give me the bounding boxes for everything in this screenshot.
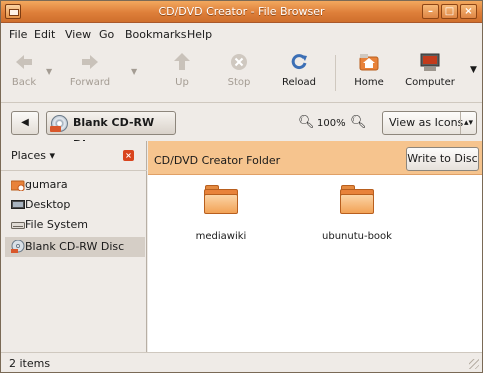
zoom-level: 100%	[317, 118, 346, 129]
view-mode-select[interactable]: View as Icons ▴▾	[382, 111, 477, 135]
status-text: 2 items	[9, 357, 51, 370]
stop-button[interactable]: Stop	[223, 51, 255, 88]
write-to-disc-button[interactable]: Write to Disc	[406, 147, 479, 171]
menu-bookmarks[interactable]: Bookmarks	[125, 28, 186, 41]
minimize-button[interactable]: –	[422, 4, 439, 19]
toolbar: Back ▼ Forward ▼ Up Stop Reload Home Com…	[1, 45, 482, 103]
forward-history-icon[interactable]: ▼	[131, 67, 137, 76]
menu-view[interactable]: View	[65, 28, 91, 41]
reload-icon	[288, 51, 310, 73]
file-browser-window: CD/DVD Creator - File Browser – □ × File…	[0, 0, 483, 373]
zoom-out-icon[interactable]: 🔍︎	[298, 115, 315, 130]
sidebar-item-home[interactable]: gumara	[5, 175, 145, 195]
menu-help[interactable]: Help	[187, 28, 212, 41]
computer-label: Computer	[405, 77, 455, 88]
sidebar-item-blank-disc[interactable]: Blank CD-RW Disc	[5, 237, 145, 257]
title-bar[interactable]: CD/DVD Creator - File Browser – □ ×	[1, 1, 482, 23]
forward-arrow-icon	[79, 51, 101, 73]
select-arrows-icon: ▴▾	[460, 112, 476, 134]
menu-file[interactable]: File	[9, 28, 27, 41]
computer-button[interactable]: Computer	[403, 51, 457, 88]
main-pane: CD/DVD Creator Folder Write to Disc medi…	[148, 141, 482, 352]
location-bar: ◀ Blank CD-RW Disc 🔍︎ 100% 🔍︎ View as Ic…	[1, 104, 482, 151]
file-name: ubunutu-book	[322, 231, 392, 242]
reload-button[interactable]: Reload	[280, 51, 318, 88]
drive-icon	[11, 218, 25, 231]
home-folder-icon	[10, 178, 25, 192]
folder-icon	[339, 183, 375, 215]
sidebar-item-label: File System	[25, 218, 88, 231]
computer-icon	[419, 51, 441, 73]
reload-label: Reload	[281, 77, 317, 88]
view-mode-label: View as Icons	[389, 116, 464, 129]
cd-creator-title: CD/DVD Creator Folder	[154, 154, 281, 167]
menu-edit[interactable]: Edit	[34, 28, 55, 41]
sidebar-item-label: gumara	[25, 178, 68, 191]
stop-icon	[228, 51, 250, 73]
back-button[interactable]: Back	[7, 51, 41, 88]
stop-label: Stop	[227, 77, 251, 88]
disc-icon	[50, 115, 68, 132]
file-item-ubunutu-book[interactable]: ubunutu-book	[312, 183, 402, 242]
sidebar-item-label: Blank CD-RW Disc	[25, 240, 125, 253]
forward-button[interactable]: Forward	[65, 51, 115, 88]
home-label: Home	[354, 77, 384, 88]
file-item-mediawiki[interactable]: mediawiki	[176, 183, 266, 242]
back-label: Back	[11, 77, 37, 88]
desktop-icon	[11, 198, 25, 211]
window-title: CD/DVD Creator - File Browser	[158, 5, 325, 18]
places-dropdown[interactable]: Places ▾	[11, 149, 55, 162]
status-bar: 2 items	[1, 352, 482, 372]
side-pane: Places ▾ × gumara Desktop File System Bl…	[1, 141, 147, 352]
up-arrow-icon	[171, 51, 193, 73]
file-name: mediawiki	[195, 231, 247, 242]
up-label: Up	[175, 77, 189, 88]
sidebar-item-file-system[interactable]: File System	[5, 215, 145, 235]
close-pane-icon[interactable]: ×	[123, 150, 134, 161]
toolbar-separator	[335, 55, 336, 91]
maximize-button[interactable]: □	[441, 4, 458, 19]
disc-icon	[11, 239, 25, 253]
resize-grip-icon[interactable]	[469, 359, 479, 369]
menu-go[interactable]: Go	[99, 28, 114, 41]
home-button[interactable]: Home	[351, 51, 387, 88]
sidebar-item-desktop[interactable]: Desktop	[5, 195, 145, 215]
folder-icon	[203, 183, 239, 215]
home-folder-icon	[358, 51, 380, 73]
path-button-disc[interactable]: Blank CD-RW Disc	[46, 111, 176, 151]
cd-creator-strip: CD/DVD Creator Folder Write to Disc	[148, 141, 482, 175]
zoom-in-icon[interactable]: 🔍︎	[350, 115, 367, 130]
back-history-icon[interactable]: ▼	[46, 67, 52, 76]
close-button[interactable]: ×	[460, 4, 477, 19]
back-arrow-icon	[13, 51, 35, 73]
up-button[interactable]: Up	[167, 51, 197, 88]
path-back-button[interactable]: ◀	[11, 111, 39, 135]
forward-label: Forward	[69, 77, 111, 88]
places-title: Places	[11, 149, 46, 162]
menu-bar: File Edit View Go Bookmarks Help	[1, 23, 482, 45]
sidebar-item-label: Desktop	[25, 198, 71, 211]
places-header: Places ▾ ×	[1, 141, 147, 171]
toolbar-overflow-icon[interactable]: ▼	[470, 65, 477, 75]
